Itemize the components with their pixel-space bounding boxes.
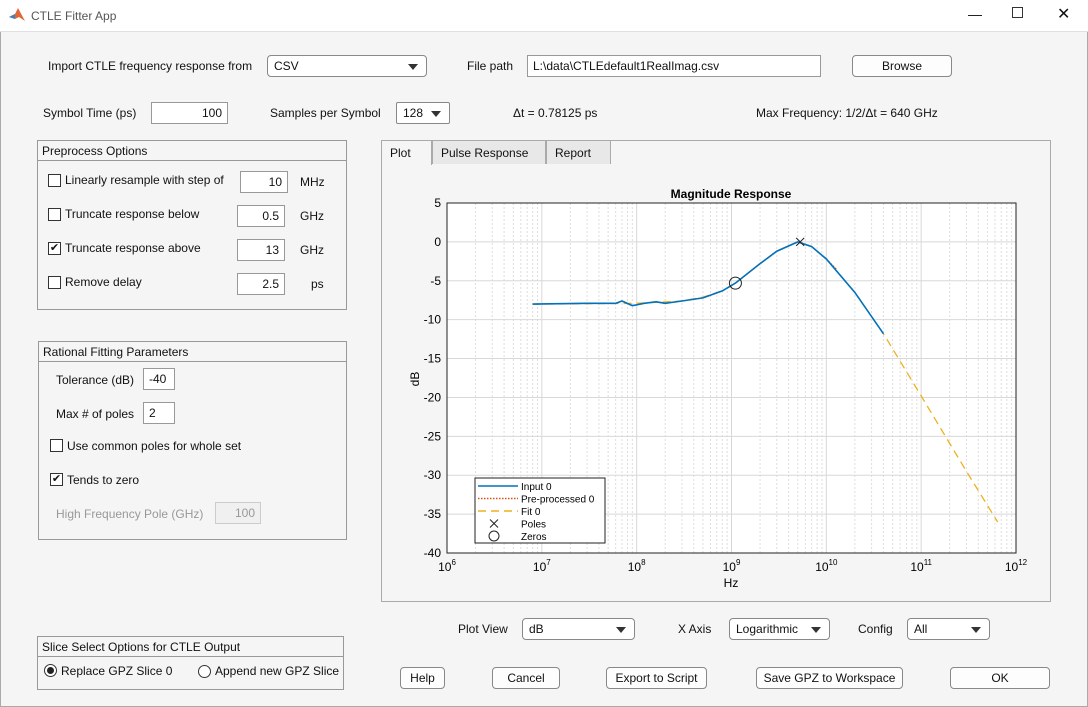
matlab-logo-icon — [9, 8, 25, 21]
close-button[interactable]: ✕ — [1057, 4, 1070, 24]
ok-button[interactable]: OK — [950, 667, 1050, 689]
rational-fitting-panel: Rational Fitting Parameters Tolerance (d… — [38, 341, 347, 540]
import-label: Import CTLE frequency response from — [48, 59, 253, 73]
preprocess-checkbox[interactable]: ✔ — [48, 242, 61, 255]
x-tick-label: 108 — [628, 558, 646, 574]
window-title: CTLE Fitter App — [31, 9, 117, 23]
y-tick-label: -5 — [430, 274, 441, 288]
file-path-label: File path — [467, 59, 514, 73]
magnitude-response-chart: Magnitude Response Hz dB 106 107 108 109 101… — [408, 187, 1028, 590]
y-axis-label: dB — [408, 372, 422, 387]
unit-label: MHz — [300, 175, 325, 189]
cancel-button[interactable]: Cancel — [492, 667, 560, 689]
preprocess-checkbox[interactable] — [48, 174, 61, 187]
plot-view-label: Plot View — [458, 622, 508, 636]
y-tick-label: -35 — [424, 507, 442, 521]
help-button[interactable]: Help — [400, 667, 445, 689]
maximize-button[interactable] — [1012, 7, 1023, 18]
preprocess-label: Linearly resample with step of — [65, 173, 224, 187]
y-tick-label: -25 — [424, 429, 442, 443]
samples-label: Samples per Symbol — [270, 106, 381, 120]
browse-button[interactable]: Browse — [852, 55, 952, 77]
y-tick-label: -30 — [424, 468, 442, 482]
x-axis-dropdown[interactable]: Logarithmic — [729, 618, 830, 640]
preprocess-value-input[interactable]: 2.5 — [237, 273, 285, 295]
chart-title: Magnitude Response — [671, 187, 792, 201]
samples-dropdown[interactable]: 128 — [396, 102, 450, 124]
dropdown-value: Logarithmic — [736, 622, 799, 636]
file-path-input[interactable]: L:\data\CTLEdefault1RealImag.csv — [527, 55, 821, 77]
plot-view-dropdown[interactable]: dB — [522, 618, 635, 640]
import-source-dropdown[interactable]: CSV — [267, 55, 427, 77]
preprocess-label: Truncate response above — [65, 241, 201, 255]
legend-label: Input 0 — [521, 482, 552, 493]
x-tick-label: 1012 — [1005, 558, 1028, 574]
symbol-time-label: Symbol Time (ps) — [43, 106, 137, 120]
hfp-input[interactable]: 100 — [215, 502, 261, 524]
x-tick-label: 1010 — [815, 558, 838, 574]
x-axis-mode-label: X Axis — [678, 622, 712, 636]
append-slice-radio[interactable] — [198, 665, 211, 678]
max-frequency-text: Max Frequency: 1/2/Δt = 640 GHz — [756, 106, 938, 120]
minimize-button[interactable]: — — [968, 6, 982, 22]
x-tick-label: 109 — [723, 558, 741, 574]
tends-to-zero-label: Tends to zero — [67, 473, 140, 487]
tab-report[interactable]: Report — [546, 140, 611, 164]
tolerance-label: Tolerance (dB) — [56, 373, 135, 387]
preprocess-value-input[interactable]: 13 — [237, 239, 285, 261]
common-poles-label: Use common poles for whole set — [67, 439, 242, 453]
tab-plot[interactable]: Plot — [381, 140, 432, 165]
legend-label: Zeros — [521, 532, 547, 543]
x-tick-label: 106 — [438, 558, 456, 574]
append-slice-label: Append new GPZ Slice — [215, 664, 340, 678]
config-label: Config — [858, 622, 893, 636]
save-gpz-button[interactable]: Save GPZ to Workspace — [756, 667, 903, 689]
unit-label: GHz — [300, 243, 324, 257]
y-tick-label: -40 — [424, 546, 442, 560]
hfp-label: High Frequency Pole (GHz) — [56, 507, 204, 521]
common-poles-checkbox[interactable] — [50, 439, 63, 452]
panel-title: Slice Select Options for CTLE Output — [38, 637, 343, 657]
max-poles-input[interactable]: 2 — [143, 402, 175, 424]
legend-label: Poles — [521, 520, 546, 531]
slice-panel: Slice Select Options for CTLE Output Rep… — [37, 636, 344, 690]
symbol-time-input[interactable]: 100 — [151, 102, 228, 124]
y-tick-label: -10 — [424, 313, 442, 327]
y-tick-label: 5 — [434, 196, 441, 210]
dropdown-value: All — [914, 622, 928, 636]
delta-t-text: Δt = 0.78125 ps — [513, 106, 598, 120]
config-dropdown[interactable]: All — [907, 618, 990, 640]
legend-label: Fit 0 — [521, 507, 541, 518]
y-tick-label: -20 — [424, 390, 442, 404]
preprocess-value-input[interactable]: 0.5 — [237, 205, 285, 227]
dropdown-value: CSV — [274, 59, 299, 73]
replace-slice-label: Replace GPZ Slice 0 — [61, 664, 173, 678]
preprocess-checkbox[interactable] — [48, 208, 61, 221]
preprocess-label: Truncate response below — [65, 207, 200, 221]
tab-pulse-response[interactable]: Pulse Response — [432, 140, 546, 164]
preprocess-checkbox[interactable] — [48, 276, 61, 289]
y-tick-label: 0 — [434, 235, 441, 249]
title-bar: CTLE Fitter App — ✕ — [0, 0, 1088, 32]
x-tick-label: 1011 — [910, 558, 932, 574]
tolerance-input[interactable]: -40 — [143, 368, 175, 390]
y-tick-label: -15 — [424, 352, 442, 366]
replace-slice-radio[interactable] — [44, 664, 57, 677]
legend-label: Pre-processed 0 — [521, 495, 595, 506]
preprocess-value-input[interactable]: 10 — [240, 171, 288, 193]
panel-title: Rational Fitting Parameters — [39, 342, 346, 362]
x-axis-label: Hz — [724, 576, 739, 590]
dropdown-value: dB — [529, 622, 544, 636]
unit-label: GHz — [300, 209, 324, 223]
x-tick-label: 107 — [533, 558, 551, 574]
panel-title: Preprocess Options — [38, 141, 346, 161]
tends-to-zero-checkbox[interactable]: ✔ — [50, 473, 63, 486]
dropdown-value: 128 — [403, 106, 424, 120]
preprocess-label: Remove delay — [65, 275, 142, 289]
preprocess-panel: Preprocess Options Linearly resample wit… — [37, 140, 347, 310]
export-script-button[interactable]: Export to Script — [606, 667, 707, 689]
unit-label: ps — [311, 277, 324, 291]
max-poles-label: Max # of poles — [56, 407, 135, 421]
